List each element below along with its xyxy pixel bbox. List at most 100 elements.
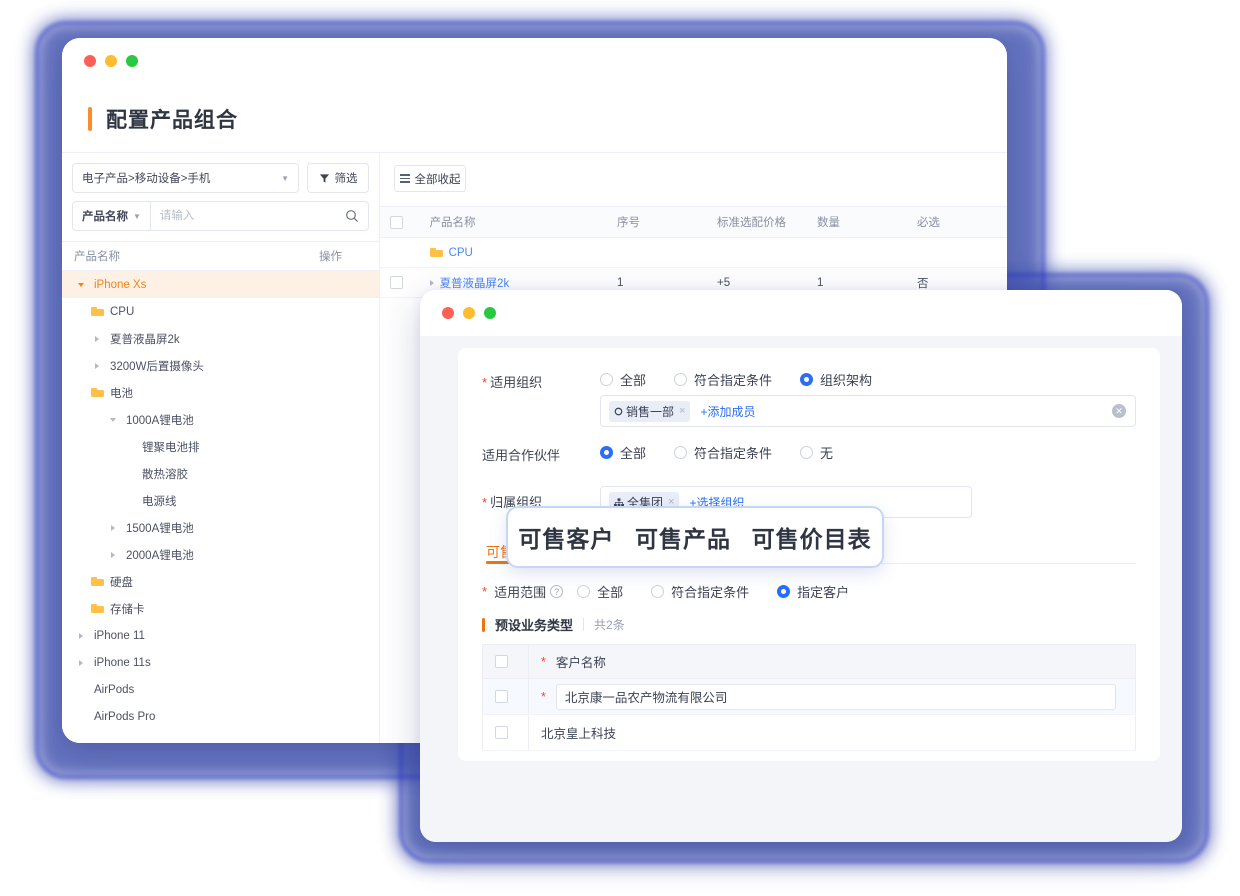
tree-node[interactable]: 硬盘 (62, 568, 379, 595)
title-accent-bar (88, 107, 92, 131)
field-label-text: 适用合作伙伴 (482, 448, 561, 463)
product-table-header-cell: 序号 (607, 206, 708, 238)
tree-node-label: 电池 (110, 387, 133, 400)
tabs-strip: 可售客户可售产品可售价目表 可售客户可售产品可售价目表 (482, 506, 1136, 570)
callout-tab-2[interactable]: 可售产品 (635, 520, 731, 554)
radio-group-applicable-org: 全部 符合指定条件 组织架构 (600, 366, 1136, 395)
tree-node[interactable]: iPhone Xs (62, 271, 379, 298)
radio-partner-none[interactable]: 无 (800, 443, 833, 462)
search-icon[interactable] (345, 209, 359, 223)
tree-node[interactable]: 锂聚电池排 (62, 433, 379, 460)
field-control-applicable-partner: 全部 符合指定条件 无 (600, 439, 1136, 468)
radio-org-condition[interactable]: 符合指定条件 (674, 370, 772, 389)
required-marker: * (482, 375, 488, 390)
tree-node[interactable]: 1500A锂电池 (62, 514, 379, 541)
search-field-select[interactable]: 产品名称 ▼ (73, 202, 151, 230)
radio-scope-specified-customer[interactable]: 指定客户 (777, 582, 849, 601)
product-name-link[interactable]: CPU (449, 247, 473, 259)
scope-label: * 适用范围 ? (482, 582, 564, 601)
chevron-right-icon[interactable] (74, 632, 88, 639)
callout-tab-1[interactable]: 可售客户 (518, 520, 614, 554)
modal-maximize-button[interactable] (484, 307, 496, 319)
tree-header-name: 产品名称 (74, 251, 120, 263)
tree-node[interactable]: 1000A锂电池 (62, 406, 379, 433)
org-chip[interactable]: 销售一部 × (609, 400, 691, 422)
category-select[interactable]: 电子产品>移动设备>手机 ▼ (72, 163, 299, 193)
select-all-checkbox[interactable] (390, 215, 403, 229)
customer-row[interactable]: 北京皇上科技 (482, 714, 1136, 751)
add-member-link[interactable]: +添加成员 (700, 403, 755, 420)
row-checkbox[interactable] (390, 276, 403, 289)
radio-circle-icon (674, 446, 688, 459)
customer-name-input[interactable]: 北京康一品农产物流有限公司 (555, 683, 1116, 710)
required-marker: * (541, 654, 546, 669)
radio-circle-icon (800, 446, 814, 459)
close-button[interactable] (84, 55, 96, 67)
callout-tab-3[interactable]: 可售价目表 (752, 520, 872, 554)
modal-minimize-button[interactable] (463, 307, 475, 319)
radio-org-all[interactable]: 全部 (600, 370, 646, 389)
tree-node[interactable]: AirPods Pro (62, 703, 379, 730)
tree-node[interactable]: iPhone 11s (62, 649, 379, 676)
chevron-right-icon[interactable] (429, 279, 434, 286)
tree-node[interactable]: 电源线 (62, 487, 379, 514)
tree-node-label: 1000A锂电池 (126, 414, 194, 427)
question-icon[interactable]: ? (550, 585, 564, 598)
tree-node[interactable]: 2000A锂电池 (62, 541, 379, 568)
customer-select-all-checkbox[interactable] (495, 655, 508, 668)
chevron-down-icon[interactable] (74, 282, 88, 287)
collapse-all-button[interactable]: 全部收起 (394, 165, 466, 192)
radio-org-structure[interactable]: 组织架构 (800, 370, 872, 389)
chevron-down-icon[interactable] (106, 417, 120, 422)
tree-node[interactable]: 3200W后置摄像头 (62, 352, 379, 379)
chip-remove-icon[interactable]: × (679, 405, 685, 417)
filter-button[interactable]: 筛选 (307, 163, 369, 193)
required-cell (906, 237, 1007, 268)
scope-label-text: 适用范围 (494, 585, 547, 600)
tree-node-label: 散热溶胶 (142, 468, 188, 481)
section-divider (583, 618, 585, 631)
radio-partner-all[interactable]: 全部 (600, 443, 646, 462)
chevron-right-icon[interactable] (90, 362, 104, 369)
customer-row-checkbox[interactable] (495, 690, 508, 703)
tree-node[interactable]: iPhone 11 (62, 622, 379, 649)
product-name-link[interactable]: 夏普液晶屏2k (440, 275, 510, 291)
tree-node[interactable]: CPU (62, 298, 379, 325)
tree-node[interactable]: 夏普液晶屏2k (62, 325, 379, 352)
org-tag-input[interactable]: 销售一部 × +添加成员 ✕ (600, 395, 1136, 427)
tree-node-label: iPhone 11 (94, 629, 145, 642)
clear-input-icon[interactable]: ✕ (1112, 404, 1126, 418)
radio-label: 无 (820, 446, 834, 461)
modal-body: * 适用组织 全部 符合指定条件 组织架构 销售一部 × +添加成员 ✕ 适用合… (420, 336, 1182, 842)
tree-node-label: iPhone Xs (94, 278, 147, 291)
tree-node-label: iPhone 11s (94, 656, 151, 669)
chevron-right-icon[interactable] (106, 524, 120, 531)
tree-node[interactable]: 散热溶胶 (62, 460, 379, 487)
radio-scope-all[interactable]: 全部 (577, 582, 623, 601)
customer-name-header-label: 客户名称 (555, 656, 606, 670)
required-marker: * (482, 584, 488, 599)
radio-scope-condition[interactable]: 符合指定条件 (651, 582, 749, 601)
chevron-right-icon[interactable] (106, 551, 120, 558)
minimize-button[interactable] (105, 55, 117, 67)
tree-node[interactable]: AirPods (62, 676, 379, 703)
tree-node[interactable]: 电池 (62, 379, 379, 406)
modal-close-button[interactable] (442, 307, 454, 319)
radio-partner-condition[interactable]: 符合指定条件 (674, 443, 772, 462)
table-row[interactable]: CPU (380, 237, 1007, 268)
maximize-button[interactable] (126, 55, 138, 67)
tree-node-label: 夏普液晶屏2k (110, 333, 180, 346)
scope-row: * 适用范围 ? 全部 符合指定条件 指定客户 (482, 582, 1136, 601)
tree-node[interactable]: 存储卡 (62, 595, 379, 622)
chevron-right-icon[interactable] (90, 335, 104, 342)
search-input[interactable] (150, 202, 345, 230)
chevron-down-icon: ▼ (133, 211, 141, 221)
product-table-header-row: 产品名称 序号 标准选配价格 数量 必选 (380, 206, 1007, 238)
row-select-cell (380, 267, 420, 298)
chevron-right-icon[interactable] (74, 659, 88, 666)
radio-circle-icon (674, 373, 688, 386)
section-record-count: 共2条 (594, 618, 625, 632)
collapse-all-label: 全部收起 (414, 173, 461, 186)
customer-row-checkbox[interactable] (495, 726, 508, 739)
customer-row[interactable]: * 北京康一品农产物流有限公司 (482, 678, 1136, 715)
